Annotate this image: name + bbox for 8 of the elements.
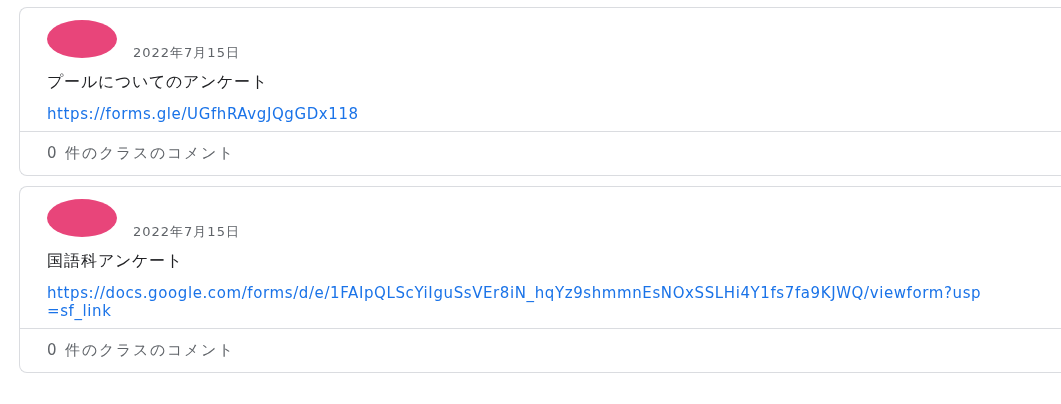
post-title: 国語科アンケート: [47, 251, 184, 272]
class-comments-link[interactable]: 0 件のクラスのコメント: [47, 144, 236, 162]
post-date: 2022年7月15日: [133, 44, 240, 62]
form-link[interactable]: https://docs.google.com/forms/d/e/1FAIpQLScYiIguSsVEr8iN_hqYz9shmmnEsNOxSSLHi4Y1fs7fa9KJWQ/viewform?usp=sf_link: [47, 284, 987, 320]
post-date: 2022年7月15日: [133, 223, 240, 241]
form-link[interactable]: https://forms.gle/UGfhRAvgJQgGDx118: [47, 105, 987, 123]
post-title: プールについてのアンケート: [47, 72, 269, 93]
class-comments-link[interactable]: 0 件のクラスのコメント: [47, 341, 236, 359]
